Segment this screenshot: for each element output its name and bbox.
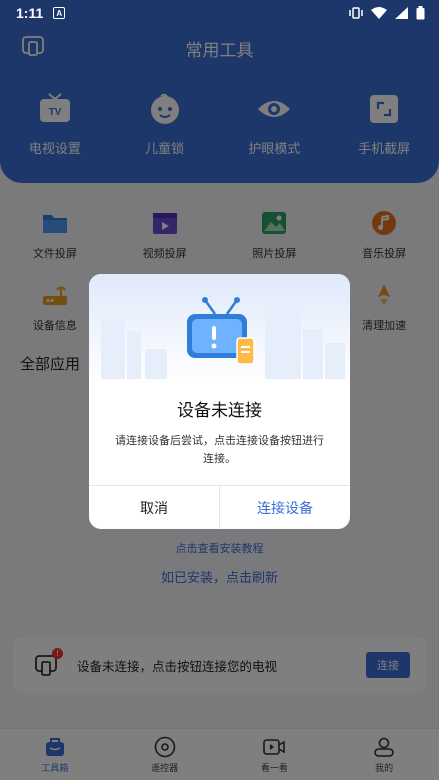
status-icons [349,6,425,20]
battery-icon [416,6,425,20]
status-time: 1:11 [16,5,44,21]
status-bar: 1:11 A [0,0,439,26]
wifi-icon [371,7,387,19]
cancel-button[interactable]: 取消 [89,486,220,529]
device-not-connected-dialog: 设备未连接 请连接设备后尝试，点击连接设备按钮进行连接。 取消 连接设备 [89,274,350,529]
vibrate-icon [349,7,363,19]
dialog-message: 请连接设备后尝试，点击连接设备按钮进行连接。 [115,434,324,465]
signal-icon [395,7,408,19]
notification-icon: A [53,7,66,19]
tv-alert-icon [187,297,255,365]
dialog-title: 设备未连接 [177,401,262,421]
connect-device-button[interactable]: 连接设备 [220,486,350,529]
dialog-actions: 取消 连接设备 [89,485,350,529]
